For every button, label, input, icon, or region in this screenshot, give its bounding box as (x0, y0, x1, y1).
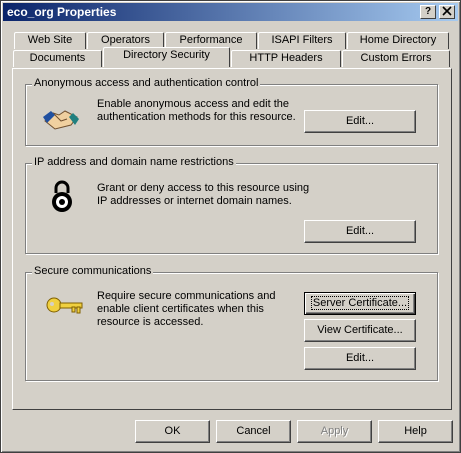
tab-isapi-filters[interactable]: ISAPI Filters (258, 32, 346, 49)
ip-edit-button[interactable]: Edit... (304, 220, 416, 243)
secure-communications-label: Secure communications (32, 265, 154, 277)
handshake-icon (43, 110, 79, 130)
tab-custom-errors[interactable]: Custom Errors (342, 50, 450, 67)
server-certificate-button[interactable]: Server Certificate... (304, 292, 416, 315)
help-button[interactable]: Help (378, 420, 453, 443)
secure-desc-line1: Require secure communications and (97, 290, 276, 302)
anonymous-desc-line2: authentication methods for this resource… (97, 111, 296, 123)
tab-home-directory[interactable]: Home Directory (347, 32, 449, 49)
help-title-button[interactable]: ? (420, 5, 436, 19)
tab-web-site[interactable]: Web Site (14, 32, 86, 49)
tab-http-headers[interactable]: HTTP Headers (231, 50, 341, 67)
apply-button[interactable]: Apply (297, 420, 372, 443)
title-bar[interactable]: eco_org Properties ? (3, 3, 458, 21)
anonymous-desc-line1: Enable anonymous access and edit the (97, 98, 290, 110)
view-certificate-button[interactable]: View Certificate... (304, 319, 416, 342)
server-certificate-label: Server Certificate... (310, 296, 410, 310)
cancel-button[interactable]: Cancel (216, 420, 291, 443)
ok-button[interactable]: OK (135, 420, 210, 443)
tab-documents[interactable]: Documents (13, 50, 102, 67)
ip-restrictions-label: IP address and domain name restrictions (32, 156, 236, 168)
anonymous-access-label: Anonymous access and authentication cont… (32, 77, 261, 89)
tab-directory-security[interactable]: Directory Security (103, 47, 230, 67)
anonymous-edit-button[interactable]: Edit... (304, 110, 416, 133)
secure-desc-line3: resource is accessed. (97, 316, 204, 328)
secure-desc-line2: enable client certificates when this (97, 303, 264, 315)
secure-edit-button[interactable]: Edit... (304, 347, 416, 370)
close-title-button[interactable] (439, 5, 455, 19)
properties-dialog: eco_org Properties ? Web Site Operators … (0, 0, 461, 453)
ip-desc-line2: IP addresses or internet domain names. (97, 195, 292, 207)
key-icon (46, 297, 83, 314)
close-icon (442, 6, 452, 16)
padlock-icon (52, 180, 72, 212)
ip-desc-line1: Grant or deny access to this resource us… (97, 182, 310, 194)
window-title: eco_org Properties (7, 5, 117, 19)
